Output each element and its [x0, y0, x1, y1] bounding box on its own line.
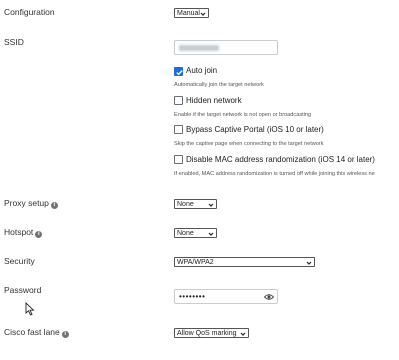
info-icon[interactable]: i	[35, 231, 43, 238]
security-select-value: WPA/WPA2	[177, 259, 214, 266]
chevron-down-icon	[200, 12, 206, 16]
mouse-cursor-icon	[25, 302, 35, 316]
bypass-captive-portal-checkbox[interactable]	[174, 125, 183, 134]
cisco-fast-lane-select-value: Allow QoS marking	[177, 330, 237, 337]
ssid-label: SSID	[4, 37, 24, 47]
configuration-label: Configuration	[4, 7, 55, 17]
disable-mac-randomization-checkbox[interactable]	[174, 155, 183, 164]
configuration-select[interactable]: Manual	[174, 8, 209, 18]
cisco-fast-lane-label: Cisco fast lane i	[4, 327, 69, 338]
checkmark-icon	[176, 70, 183, 76]
proxy-setup-label: Proxy setup i	[4, 198, 58, 209]
info-icon[interactable]: i	[50, 202, 58, 209]
cisco-fast-lane-select[interactable]: Allow QoS marking	[174, 328, 249, 338]
security-label: Security	[4, 256, 35, 266]
chevron-down-icon	[240, 332, 246, 336]
configuration-select-value: Manual	[177, 10, 200, 17]
eye-icon[interactable]	[264, 293, 274, 301]
password-masked-value: ••••••••	[179, 292, 206, 301]
bypass-captive-portal-label: Bypass Captive Portal (iOS 10 or later)	[186, 125, 324, 134]
bypass-captive-portal-help: Skip the captive page when connecting to…	[174, 141, 324, 147]
ssid-input[interactable]	[174, 40, 278, 55]
hotspot-select-value: None	[177, 230, 194, 237]
auto-join-checkbox[interactable]	[174, 67, 183, 76]
wireless-settings-form: Configuration Manual SSID Auto join Auto…	[0, 0, 399, 360]
auto-join-label: Auto join	[186, 66, 218, 75]
auto-join-help: Automatically join the target network	[174, 82, 264, 88]
proxy-setup-select[interactable]: None	[174, 199, 217, 209]
hidden-network-help: Enable if the target network is not open…	[174, 112, 312, 118]
hidden-network-label: Hidden network	[186, 96, 242, 105]
info-icon[interactable]: i	[61, 331, 69, 338]
chevron-down-icon	[208, 232, 214, 236]
proxy-setup-select-value: None	[177, 201, 194, 208]
disable-mac-randomization-label: Disable MAC address randomization (iOS 1…	[186, 155, 375, 164]
chevron-down-icon	[208, 203, 214, 207]
ssid-redacted-value	[179, 45, 219, 51]
cisco-fast-lane-label-text: Cisco fast lane	[4, 327, 60, 337]
disable-mac-randomization-help: If enabled, MAC address randomization is…	[174, 171, 375, 177]
hotspot-label: Hotspot i	[4, 227, 43, 238]
hotspot-label-text: Hotspot	[4, 227, 34, 237]
security-select[interactable]: WPA/WPA2	[174, 257, 315, 267]
hotspot-select[interactable]: None	[174, 228, 217, 238]
password-label: Password	[4, 285, 42, 295]
hidden-network-checkbox[interactable]	[174, 96, 183, 105]
password-input[interactable]: ••••••••	[174, 289, 278, 304]
proxy-setup-label-text: Proxy setup	[4, 198, 49, 208]
chevron-down-icon	[306, 261, 312, 265]
